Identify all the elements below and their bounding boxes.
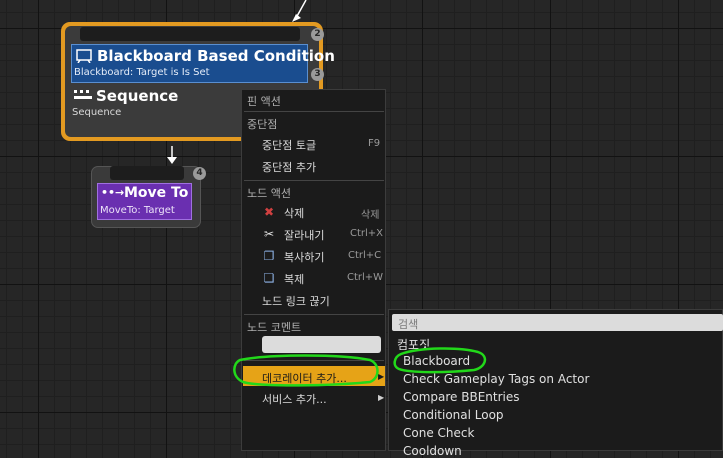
menu-separator	[244, 360, 384, 361]
delete-icon: ✖	[263, 205, 275, 219]
menu-item-add-decorator[interactable]: 데코레이터 추가...	[262, 370, 347, 386]
node-comment-input[interactable]	[262, 336, 381, 353]
submenu-item[interactable]: Conditional Loop	[403, 408, 504, 422]
submenu-search-input[interactable]	[392, 314, 723, 331]
submenu-item[interactable]: Cone Check	[403, 426, 474, 440]
submenu-arrow-icon: ▶	[378, 393, 385, 402]
sequence-title: Sequence	[96, 87, 179, 105]
pin-actions-header: 핀 액션	[247, 95, 281, 108]
node-actions-header: 노드 액션	[247, 187, 291, 200]
menu-item-copy[interactable]: 복사하기	[284, 249, 324, 265]
shortcut-toggle-breakpoint: F9	[368, 138, 381, 149]
moveto-arrow-icon: ••→	[101, 186, 125, 199]
decorator-subtitle: Blackboard: Target is Is Set	[74, 67, 210, 78]
copy-icon: ❐	[263, 249, 275, 263]
submenu-item[interactable]: Compare BBEntries	[403, 390, 520, 404]
shortcut-copy: Ctrl+C	[348, 250, 382, 261]
menu-item-cut[interactable]: 잘라내기	[284, 227, 324, 243]
node-comment-header: 노드 코멘트	[247, 321, 302, 334]
menu-item-break-node-links[interactable]: 노드 링크 끊기	[262, 293, 330, 309]
decorator-order-badge: 3	[311, 68, 324, 81]
menu-item-add-service[interactable]: 서비스 추가...	[262, 391, 327, 407]
execution-order-badge: 2	[311, 28, 324, 41]
menu-separator	[244, 314, 384, 315]
menu-item-delete[interactable]: 삭제	[284, 205, 304, 221]
moveto-title: Move To	[124, 185, 189, 201]
duplicate-icon: ❏	[263, 271, 275, 285]
menu-separator	[244, 180, 384, 181]
submenu-item-blackboard[interactable]: Blackboard	[403, 354, 470, 368]
sequence-icon	[74, 90, 92, 99]
submenu-category-composite[interactable]: 컴포짓	[397, 336, 430, 353]
menu-item-add-breakpoint[interactable]: 중단점 추가	[262, 159, 316, 175]
submenu-arrow-icon: ▶	[378, 372, 385, 381]
decorator-title: Blackboard Based Condition	[97, 47, 335, 65]
menu-item-toggle-breakpoint[interactable]: 중단점 토글	[262, 137, 316, 153]
moveto-input-pin[interactable]	[110, 166, 184, 180]
menu-item-duplicate[interactable]: 복제	[284, 271, 304, 287]
submenu-item[interactable]: Check Gameplay Tags on Actor	[403, 372, 589, 386]
sequence-subtitle: Sequence	[72, 107, 122, 118]
moveto-subtitle: MoveTo: Target	[100, 205, 175, 216]
submenu-search-placeholder: 검색	[398, 318, 419, 331]
submenu-item[interactable]: Cooldown	[403, 444, 462, 458]
shortcut-cut: Ctrl+X	[350, 228, 384, 239]
moveto-order-badge: 4	[193, 167, 206, 180]
menu-separator	[244, 111, 384, 112]
shortcut-delete: 삭제	[361, 210, 380, 221]
breakpoint-header: 중단점	[247, 118, 278, 131]
blackboard-icon	[76, 49, 92, 63]
input-pin-slot[interactable]	[80, 27, 300, 41]
shortcut-duplicate: Ctrl+W	[347, 272, 384, 283]
cut-icon: ✂	[263, 227, 275, 241]
